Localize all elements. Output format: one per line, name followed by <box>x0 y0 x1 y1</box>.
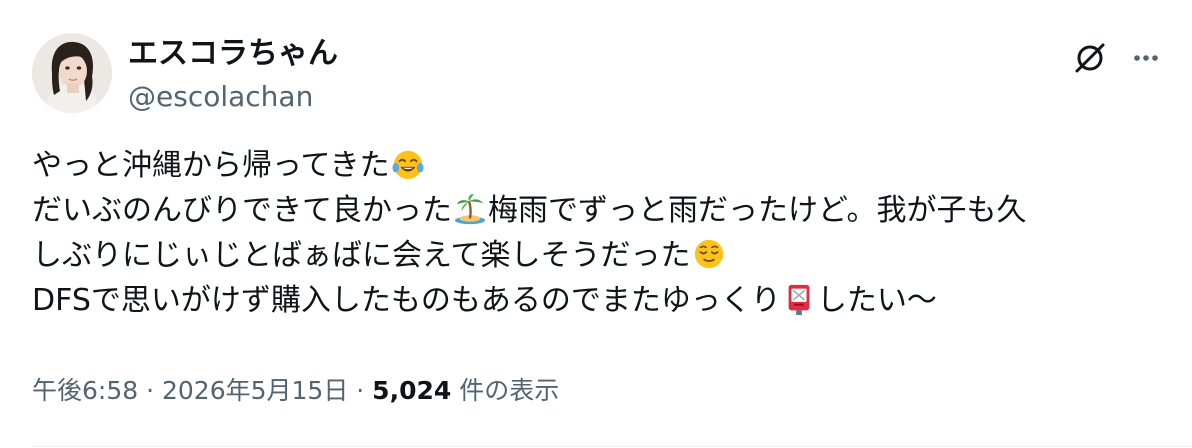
tweet-card: エスコラちゃん @escolachan やっと沖縄から帰ってきた だいぶのんびり… <box>0 0 1192 448</box>
meta-separator: · <box>138 376 162 405</box>
tweet-line-4: DFSで思いがけず購入したものもあるのでまたゆっくり したい〜 <box>32 278 1162 323</box>
display-name[interactable]: エスコラちゃん <box>128 34 338 74</box>
views-count[interactable]: 5,024 <box>372 376 451 405</box>
postbox-emoji <box>788 284 810 316</box>
tweet-line-1: やっと沖縄から帰ってきた <box>32 143 1162 188</box>
tweet-text-segment: したい〜 <box>816 283 937 318</box>
tweet-text: やっと沖縄から帰ってきた だいぶのんびりできて良かった 梅雨でずっと雨だったけど… <box>32 143 1162 323</box>
tweet-text-segment: やっと沖縄から帰ってきた <box>32 148 390 183</box>
divider <box>32 446 1192 447</box>
desert-island-emoji <box>454 193 486 225</box>
face-with-tears-of-joy-emoji <box>392 150 424 180</box>
tweet-line-3: しぶりにじぃじとばぁばに会えて楽しそうだった <box>32 233 1162 278</box>
relieved-face-emoji <box>694 239 723 269</box>
avatar[interactable] <box>32 33 112 113</box>
user-handle[interactable]: @escolachan <box>128 79 313 115</box>
post-time[interactable]: 午後6:58 <box>32 376 138 405</box>
tweet-meta: 午後6:58 · 2026年5月15日 · 5,024 件の表示 <box>32 374 559 408</box>
meta-separator: · <box>348 376 373 405</box>
views-label: 件の表示 <box>451 376 560 405</box>
tweet-line-2: だいぶのんびりできて良かった 梅雨でずっと雨だったけど。我が子も久 <box>32 188 1162 233</box>
tweet-text-segment: しぶりにじぃじとばぁばに会えて楽しそうだった <box>32 238 691 273</box>
tweet-text-segment: 梅雨でずっと雨だったけど。我が子も久 <box>488 193 1027 228</box>
avatar-image <box>32 33 112 113</box>
more-horizontal-icon[interactable] <box>1124 36 1168 80</box>
grok-icon[interactable] <box>1068 36 1112 80</box>
post-date[interactable]: 2026年5月15日 <box>162 376 348 405</box>
tweet-text-segment: DFSで思いがけず購入したものもあるのでまたゆっくり <box>32 283 781 318</box>
tweet-text-segment: だいぶのんびりできて良かった <box>32 193 452 228</box>
